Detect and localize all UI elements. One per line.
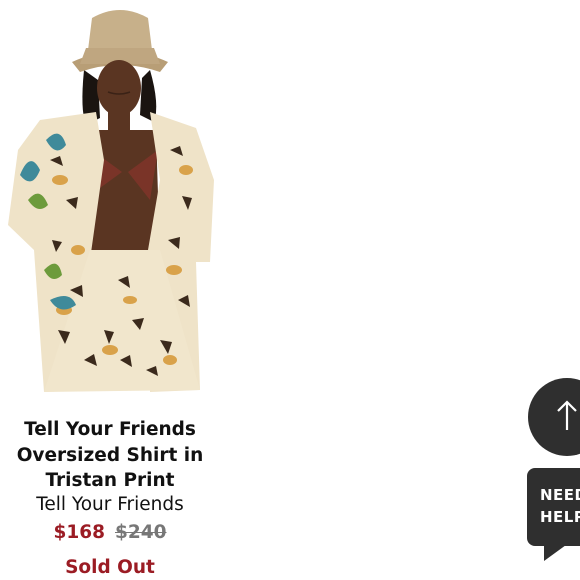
original-price: $240 <box>115 522 167 543</box>
need-help-line: NEED <box>540 486 580 504</box>
price-row: $168 $240 <box>0 521 220 545</box>
product-photo-illustration <box>8 10 214 392</box>
product-name-line: Tristan Print <box>45 470 175 491</box>
product-image[interactable] <box>0 0 220 405</box>
need-help-label: NEED HELP <box>540 484 580 528</box>
back-to-top-button[interactable] <box>528 378 580 456</box>
product-name[interactable]: Tell Your Friends Oversized Shirt in Tri… <box>0 417 220 494</box>
product-card[interactable]: Tell Your Friends Oversized Shirt in Tri… <box>0 0 220 580</box>
sold-out-status: Sold Out <box>65 557 155 578</box>
arrow-up-icon <box>557 400 577 430</box>
chat-bubble-tail <box>544 545 566 561</box>
brand-name[interactable]: Tell Your Friends <box>0 493 220 517</box>
need-help-line: HELP <box>540 508 580 526</box>
need-help-button[interactable]: NEED HELP <box>527 468 580 546</box>
sale-price: $168 <box>53 522 106 543</box>
page: Tell Your Friends Oversized Shirt in Tri… <box>0 0 580 580</box>
product-name-line: Oversized Shirt in <box>16 444 204 466</box>
product-name-line: Tell Your Friends <box>24 419 196 440</box>
